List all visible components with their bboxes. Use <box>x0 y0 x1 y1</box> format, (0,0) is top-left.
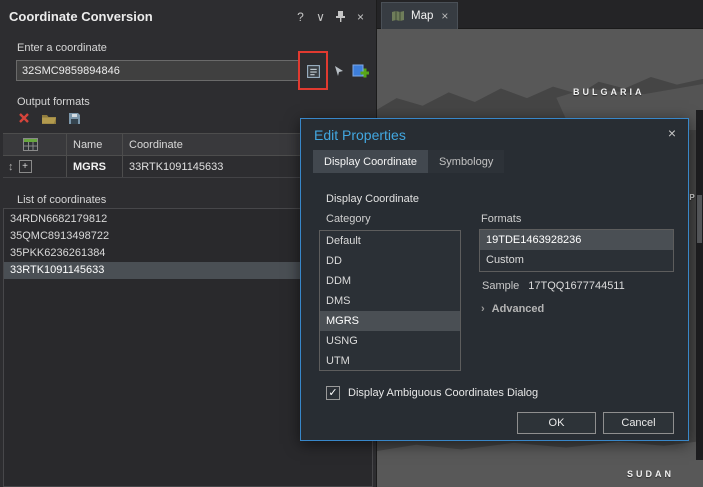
delete-format-button[interactable] <box>15 110 33 126</box>
category-item-utm[interactable]: UTM <box>320 351 460 371</box>
advanced-label: Advanced <box>491 303 545 315</box>
category-item-usng[interactable]: USNG <box>320 331 460 351</box>
output-formats-toolbar <box>15 110 83 126</box>
chevron-down-icon: ∨ <box>316 9 325 24</box>
chevron-right-icon: › <box>481 303 485 315</box>
scrollbar-thumb[interactable] <box>697 195 702 243</box>
pin-icon <box>336 11 345 22</box>
list-of-coordinates-label: List of coordinates <box>17 194 107 206</box>
add-coordinate-button[interactable] <box>350 61 371 81</box>
category-list: Default DD DDM DMS MGRS USNG UTM <box>319 230 461 371</box>
checkbox-checked: ✓ <box>326 386 340 400</box>
add-coordinate-icon <box>352 64 369 78</box>
app-window: Coordinate Conversion ? ∨ × Enter a coor… <box>0 0 703 487</box>
formats-label: Formats <box>481 213 522 225</box>
view-tab-bar: Map × <box>377 0 703 29</box>
coordinate-input[interactable] <box>16 60 299 81</box>
panel-close-button[interactable]: × <box>352 8 369 25</box>
cancel-button[interactable]: Cancel <box>603 412 674 434</box>
map-icon <box>392 11 404 21</box>
panel-header-buttons: ? ∨ × <box>292 8 369 25</box>
map-label-sudan: SUDAN <box>627 469 675 479</box>
name-column-header[interactable]: Name <box>67 134 123 155</box>
pin-button[interactable] <box>332 8 349 25</box>
folder-open-icon <box>42 114 56 124</box>
dialog-tab-strip: Display Coordinate Symbology <box>313 150 505 173</box>
sample-value: 17TQQ1677744511 <box>528 280 625 292</box>
tab-display-coordinate[interactable]: Display Coordinate <box>313 150 428 173</box>
save-disk-icon <box>68 112 80 124</box>
map-land-africa <box>377 440 703 487</box>
ambiguous-checkbox-row[interactable]: ✓ Display Ambiguous Coordinates Dialog <box>326 386 538 400</box>
format-item-selected[interactable]: 19TDE1463928236 <box>480 230 673 250</box>
import-formats-button[interactable] <box>40 110 58 126</box>
dialog-close-button[interactable]: × <box>668 125 676 141</box>
format-item-custom[interactable]: Custom <box>480 250 673 270</box>
edit-properties-dialog: Edit Properties × Display Coordinate Sym… <box>300 118 689 441</box>
expand-row-button[interactable]: + <box>18 160 32 173</box>
format-name: MGRS <box>67 156 123 177</box>
display-coordinate-group-label: Display Coordinate <box>326 193 419 205</box>
sample-row: Sample 17TQQ1677744511 <box>482 280 625 292</box>
map-tab-label: Map <box>411 10 434 22</box>
panel-menu-button[interactable]: ∨ <box>312 8 329 25</box>
map-tab-close-button[interactable]: × <box>441 9 448 23</box>
panel-title: Coordinate Conversion <box>9 9 153 24</box>
edit-properties-button[interactable] <box>303 61 324 81</box>
dialog-title: Edit Properties <box>314 127 406 143</box>
check-icon: ✓ <box>328 386 338 399</box>
category-item-dms[interactable]: DMS <box>320 291 460 311</box>
map-label-bulgaria: BULGARIA <box>573 87 645 97</box>
formats-list: 19TDE1463928236 Custom <box>479 229 674 272</box>
map-scrollbar[interactable] <box>696 110 703 460</box>
advanced-expander[interactable]: › Advanced <box>481 303 544 315</box>
edit-properties-icon <box>307 64 320 78</box>
ok-button[interactable]: OK <box>517 412 596 434</box>
delete-x-icon <box>19 113 29 123</box>
coordinate-input-label: Enter a coordinate <box>17 42 107 54</box>
category-item-dd[interactable]: DD <box>320 251 460 271</box>
tab-map[interactable]: Map × <box>381 2 459 29</box>
category-item-default[interactable]: Default <box>320 231 460 251</box>
sample-label: Sample <box>482 280 520 292</box>
map-point-tool-button[interactable] <box>328 61 349 81</box>
ambiguous-checkbox-label: Display Ambiguous Coordinates Dialog <box>348 387 539 399</box>
help-button[interactable]: ? <box>292 8 309 25</box>
reorder-handle-icon[interactable]: ↕ <box>8 161 14 173</box>
save-formats-button[interactable] <box>65 110 83 126</box>
close-icon: × <box>356 9 364 24</box>
category-item-ddm[interactable]: DDM <box>320 271 460 291</box>
table-fields-icon[interactable] <box>23 138 38 151</box>
output-formats-label: Output formats <box>17 96 90 108</box>
help-icon: ? <box>297 9 304 24</box>
category-label: Category <box>326 213 371 225</box>
map-pointer-icon <box>334 66 343 76</box>
tab-symbology[interactable]: Symbology <box>427 150 505 173</box>
category-item-mgrs[interactable]: MGRS <box>320 311 460 331</box>
